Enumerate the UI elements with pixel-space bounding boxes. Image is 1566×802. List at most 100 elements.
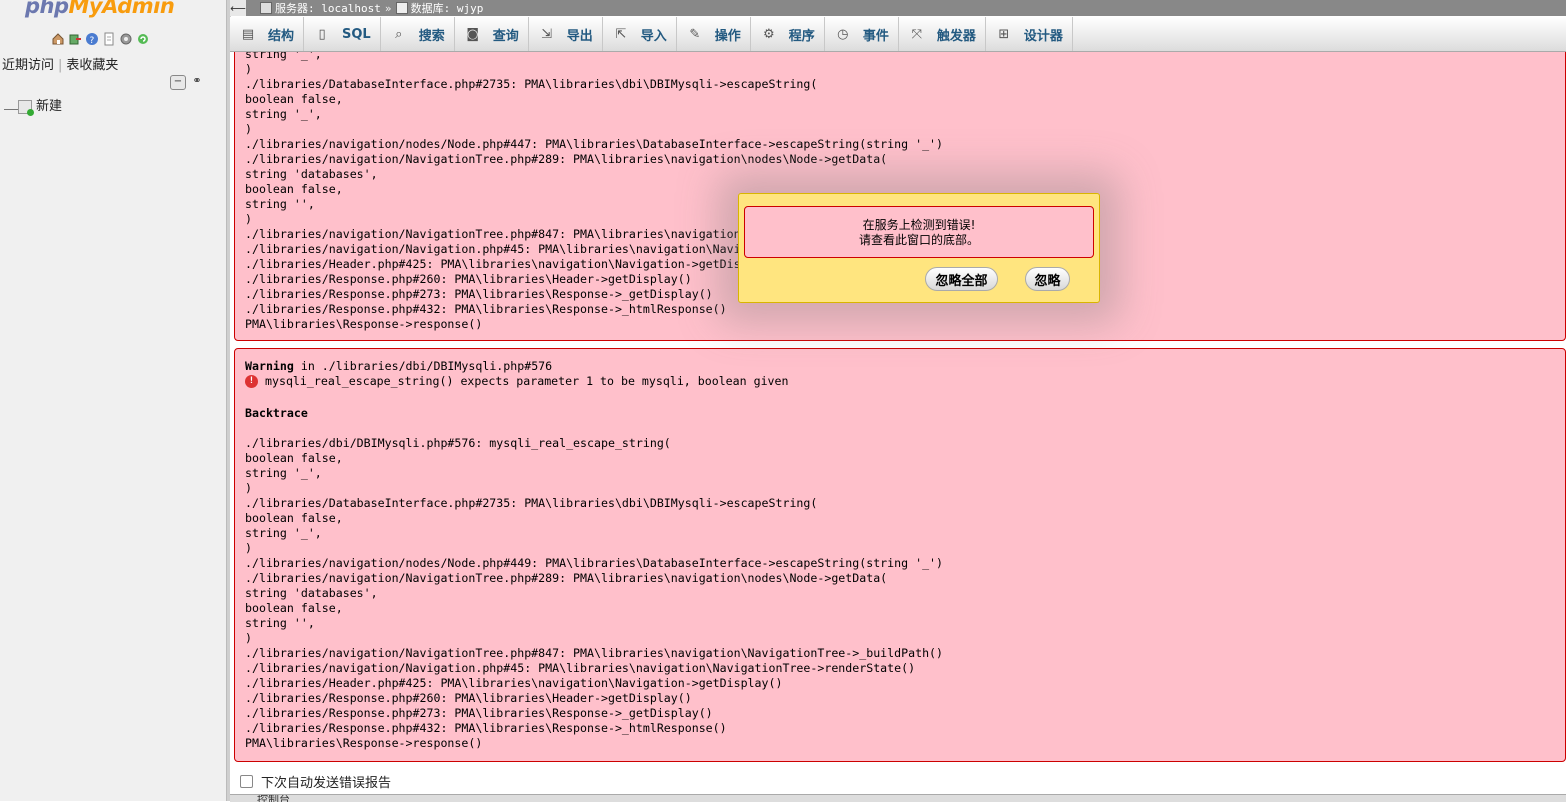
link-with-main-icon[interactable]: ⚭	[190, 75, 204, 88]
warning-message: ! mysqli_real_escape_string() expects par…	[245, 374, 1565, 389]
backtrace-line: PMA\libraries\Response->response()	[245, 317, 483, 331]
tab-search[interactable]: ⌕ 搜索	[381, 17, 455, 51]
breadcrumb-server[interactable]: 服务器: localhost	[260, 0, 381, 16]
logo-myadmin: MyAdmin	[68, 0, 175, 18]
error-box-2: Warning in ./libraries/dbi/DBIMysqli.php…	[234, 348, 1566, 762]
designer-icon: ⊞	[998, 26, 1010, 42]
phpmyadmin-logo[interactable]: phpMyAdmin	[25, 0, 175, 18]
help-icon[interactable]: ?	[85, 32, 99, 46]
quick-icons: ?	[51, 32, 150, 46]
warning-label: Warning	[245, 359, 294, 373]
tab-operations[interactable]: ✎ 操作	[677, 17, 751, 51]
tab-structure[interactable]: ▤ 结构	[230, 17, 305, 51]
tab-events[interactable]: ◷ 事件	[825, 17, 899, 51]
nav-tabs: 近期访问 | 表收藏夹	[2, 54, 118, 73]
backtrace-line: ./libraries/dbi/DBIMysqli.php#576: mysql…	[245, 436, 671, 450]
query-icon: ◙	[466, 26, 480, 42]
auto-report-row: 下次自动发送错误报告	[240, 772, 391, 791]
search-icon: ⌕	[395, 26, 403, 42]
breadcrumb-database[interactable]: 数据库: wjyp	[395, 0, 483, 16]
auto-report-label[interactable]: 下次自动发送错误报告	[261, 772, 391, 791]
backtrace-line: ./libraries/Response.php#432: PMA\librar…	[245, 302, 727, 316]
backtrace-line: string '_',	[245, 526, 322, 540]
reload-icon[interactable]	[136, 32, 150, 46]
tab-routines[interactable]: ⚙ 程序	[751, 17, 825, 51]
tab-favorites[interactable]: 表收藏夹	[66, 58, 118, 73]
backtrace-line: string 'databases',	[245, 167, 378, 181]
backtrace-line: ./libraries/Response.php#260: PMA\librar…	[245, 691, 692, 705]
svg-text:?: ?	[90, 36, 95, 46]
error-icon: !	[245, 375, 258, 388]
tab-sql[interactable]: ▯ SQL	[304, 17, 381, 51]
breadcrumb-separator: »	[384, 1, 392, 15]
backtrace-line: string '',	[245, 616, 315, 630]
backtrace-title: Backtrace	[245, 406, 308, 420]
backtrace-line: ./libraries/DatabaseInterface.php#2735: …	[245, 77, 818, 91]
dialog-message-line2: 请查看此窗口的底部。	[858, 233, 979, 247]
backtrace-line: )	[245, 631, 252, 645]
backtrace-line: )	[245, 481, 252, 495]
ignore-button[interactable]: 忽略	[1025, 267, 1070, 291]
tree-line	[4, 100, 18, 110]
tab-label: 触发器	[936, 28, 976, 44]
backtrace-line: boolean false,	[245, 92, 343, 106]
tab-label: 设计器	[1023, 28, 1063, 44]
auto-report-checkbox[interactable]	[240, 775, 253, 788]
backtrace-line: ./libraries/navigation/Navigation.php#45…	[245, 661, 916, 675]
warning-header: Warning in ./libraries/dbi/DBIMysqli.php…	[245, 359, 1565, 374]
triggers-icon: ⤧	[911, 26, 923, 42]
tab-label: 结构	[268, 28, 295, 44]
backtrace-line: boolean false,	[245, 511, 343, 525]
tab-query[interactable]: ◙ 查询	[455, 17, 529, 51]
logout-icon[interactable]	[68, 32, 82, 46]
operations-icon: ✎	[689, 26, 701, 42]
navigation-panel: phpMyAdmin ? 近期访问 | 表收藏夹 − ⚭ 新建	[0, 0, 226, 801]
collapse-all-icon[interactable]: −	[170, 75, 186, 90]
backtrace-line: ./libraries/navigation/NavigationTree.ph…	[245, 571, 888, 585]
routines-icon: ⚙	[762, 26, 775, 42]
tree-item-new[interactable]: 新建	[4, 95, 63, 116]
backtrace-line: PMA\libraries\Response->response()	[245, 736, 483, 750]
structure-icon: ▤	[241, 26, 255, 42]
new-db-icon	[18, 99, 34, 116]
backtrace-line: ./libraries/navigation/NavigationTree.ph…	[245, 152, 888, 166]
tab-designer[interactable]: ⊞ 设计器	[986, 17, 1073, 51]
backtrace-line: ./libraries/Response.php#273: PMA\librar…	[245, 706, 713, 720]
tab-label: SQL	[342, 26, 371, 42]
dialog-message: 在服务上检测到错误! 请查看此窗口的底部。	[744, 206, 1094, 258]
logo-php: php	[25, 0, 69, 18]
tab-label: 导入	[640, 28, 667, 44]
tree-item-new-label: 新建	[36, 99, 63, 114]
backtrace-line: )	[245, 122, 252, 136]
tab-export[interactable]: ⇲ 导出	[529, 17, 603, 51]
tab-recent[interactable]: 近期访问	[2, 58, 54, 73]
back-arrow-icon[interactable]: ⟵	[230, 0, 246, 16]
tab-label: 查询	[492, 28, 519, 44]
backtrace-line: string '_',	[245, 52, 322, 61]
tab-separator: |	[58, 58, 63, 73]
tab-label: 操作	[714, 28, 741, 44]
warning-location: in ./libraries/dbi/DBIMysqli.php#576	[293, 359, 553, 373]
warning-message-text: mysqli_real_escape_string() expects para…	[265, 374, 789, 388]
database-icon	[395, 2, 408, 14]
tab-label: 程序	[788, 28, 815, 44]
import-icon: ⇱	[615, 26, 627, 42]
backtrace-line: ./libraries/DatabaseInterface.php#2735: …	[245, 496, 818, 510]
home-icon[interactable]	[51, 32, 65, 46]
top-menu: ▤ 结构 ▯ SQL ⌕ 搜索 ◙ 查询 ⇲ 导出 ⇱ 导入 ✎ 操作 ⚙ 程序 ◷ 事件 ⤧ 触发器 ⊞ 设计器	[230, 17, 1566, 52]
backtrace-lines: ./libraries/dbi/DBIMysqli.php#576: mysql…	[245, 436, 1565, 751]
ignore-all-button[interactable]: 忽略全部	[925, 267, 998, 291]
docs-icon[interactable]	[102, 32, 116, 46]
tab-triggers[interactable]: ⤧ 触发器	[899, 17, 986, 51]
backtrace-line: )	[245, 541, 252, 555]
main-content: string '_',) ./libraries/DatabaseInterfac…	[230, 52, 1566, 801]
tree-controls: − ⚭	[170, 75, 204, 90]
breadcrumb-server-label: 服务器: localhost	[275, 2, 381, 15]
dialog-message-line1: 在服务上检测到错误!	[862, 218, 976, 232]
sql-icon: ▯	[318, 26, 326, 42]
backtrace-line: string 'databases',	[245, 586, 378, 600]
backtrace-line: )	[245, 62, 252, 76]
breadcrumb: ⟵ 服务器: localhost » 数据库: wjyp	[230, 0, 1566, 16]
settings-icon[interactable]	[119, 32, 133, 46]
tab-import[interactable]: ⇱ 导入	[603, 17, 677, 51]
